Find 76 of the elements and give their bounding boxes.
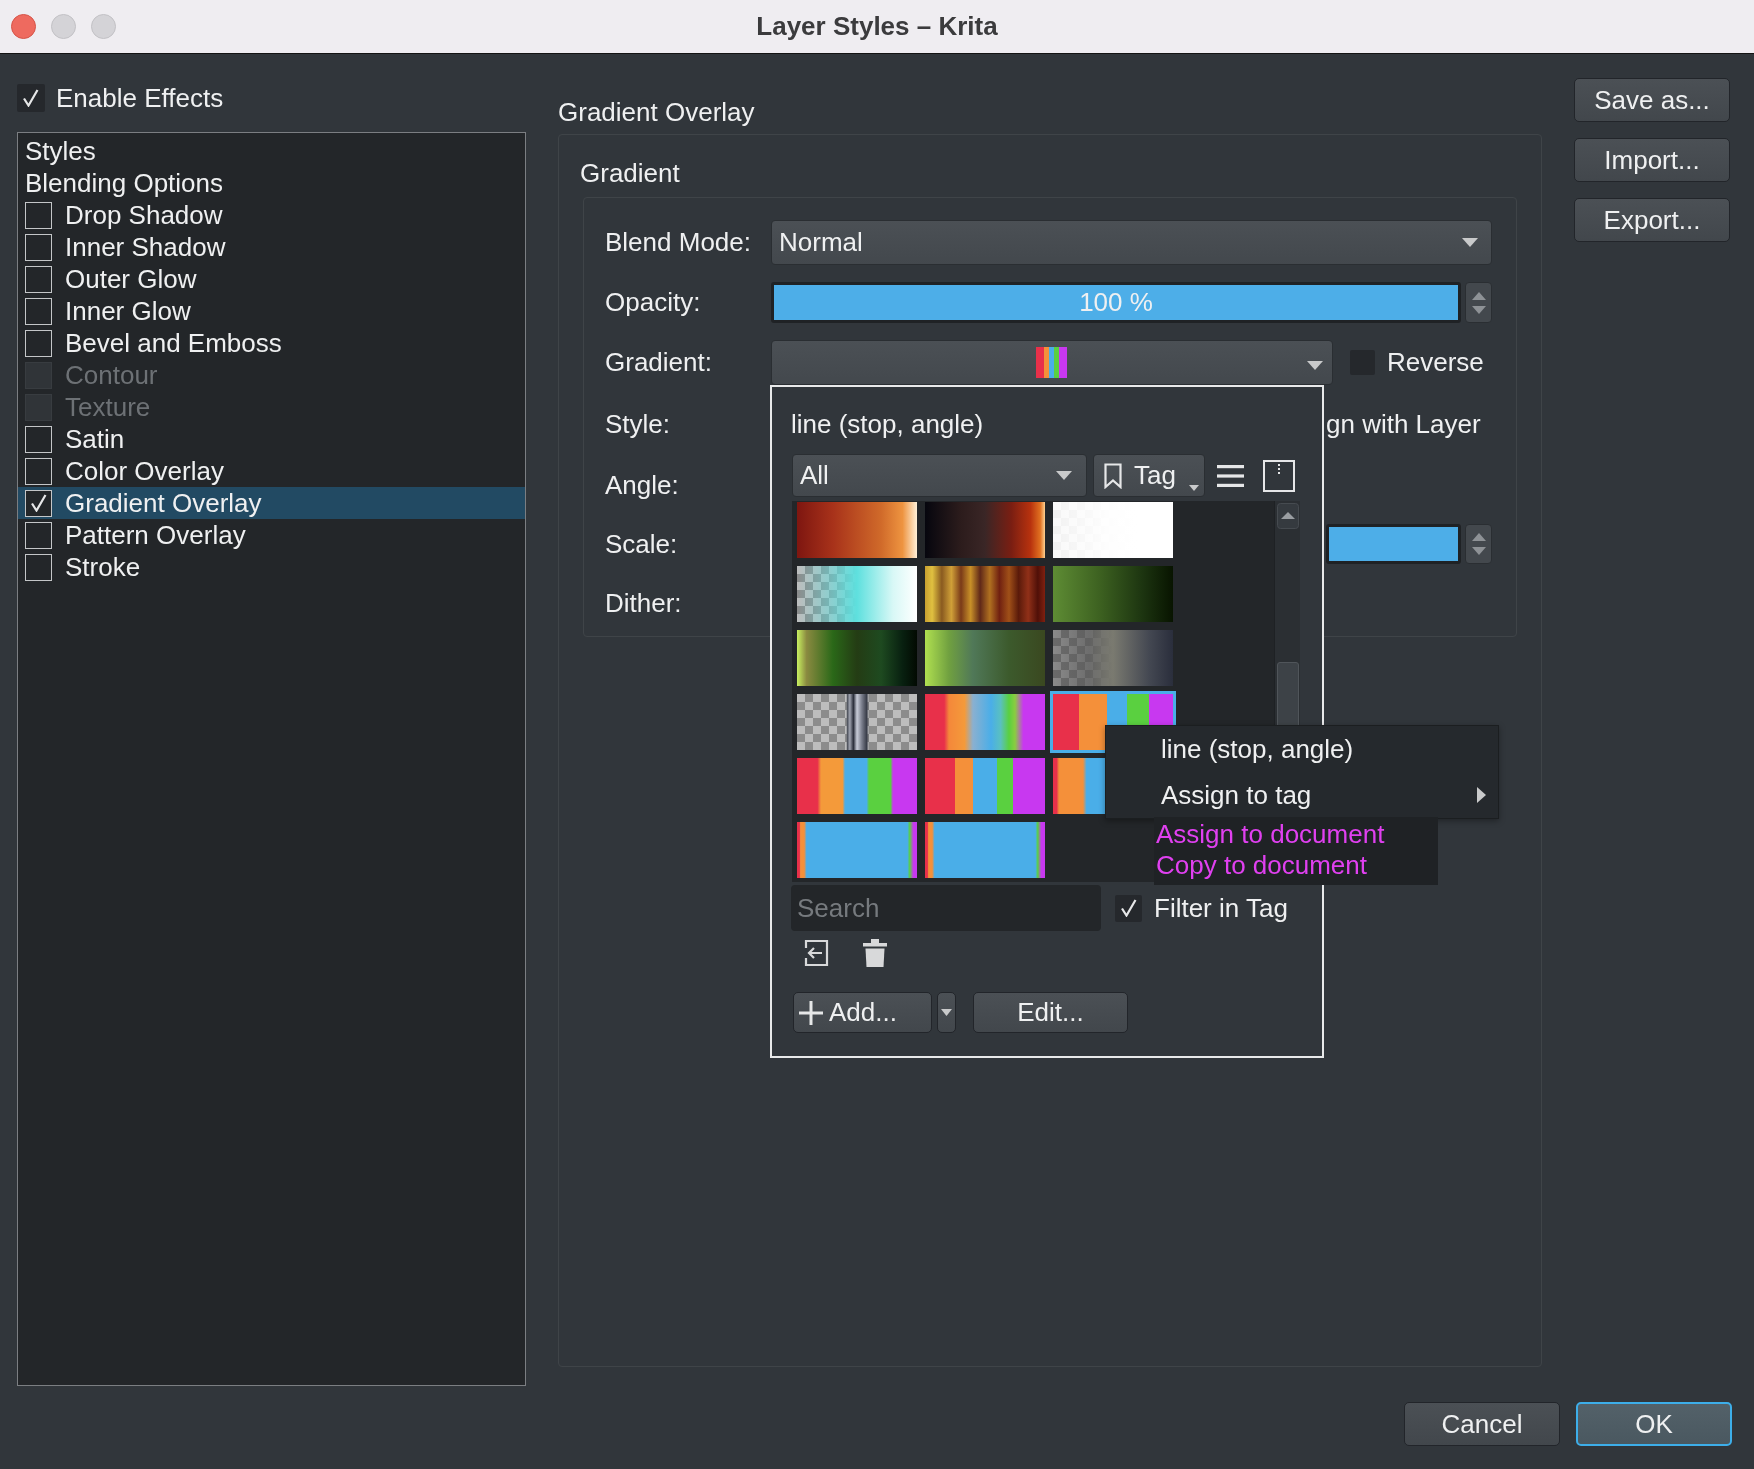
plus-icon [799,1000,823,1025]
arrow-down-icon [1471,547,1486,555]
gradient-preset[interactable] [797,630,917,686]
dialog-button[interactable]: Cancel [1404,1402,1560,1446]
blend-mode-combo[interactable]: Normal [771,220,1492,265]
menu-item[interactable]: Assign to tag [1106,772,1498,818]
arrow-up-icon [1471,533,1486,541]
bookmark-icon [1104,462,1122,489]
caret-icon [1307,361,1323,370]
default-button[interactable]: OK [1576,1402,1732,1446]
arrow-down-icon [1471,305,1486,314]
arrow-up-icon [1471,291,1486,300]
add-menu-button[interactable] [937,992,956,1033]
search-field[interactable]: Search [791,885,1101,931]
frame-icon[interactable] [1263,459,1295,492]
submenu-arrow-icon [1477,787,1486,803]
field-label: Scale: [605,529,678,559]
check-icon [23,89,39,107]
caret-icon [1462,238,1478,247]
field-label: Angle: [605,470,679,500]
list-item[interactable]: Gradient Overlay [18,487,525,519]
popup-title: line (stop, angle) [791,410,984,438]
side-button[interactable]: Export... [1574,198,1730,242]
field-label: Blend Mode: [605,228,751,257]
group-title: Gradient [580,159,680,187]
checkbox[interactable] [17,84,45,112]
gradient-preset[interactable] [925,502,1045,558]
gradient-combo[interactable] [771,340,1333,385]
side-button[interactable]: Save as... [1574,78,1730,122]
list-item[interactable]: Inner Glow [18,295,525,327]
field-label: Opacity: [605,288,701,317]
scroll-up-icon[interactable] [1276,503,1299,529]
checkbox-label: Reverse [1387,348,1484,377]
caret-icon [1189,485,1199,491]
field-label: Style: [605,409,671,439]
gradient-preset[interactable] [925,630,1045,686]
list-item[interactable]: Satin [18,423,525,455]
tag-filter-combo[interactable]: All [792,454,1087,497]
checkbox-label: Enable Effects [56,83,224,113]
list-item[interactable]: Bevel and Emboss [18,327,525,359]
import-icon[interactable] [803,939,829,967]
caret-icon [1056,471,1072,480]
close-button[interactable] [11,14,36,39]
list-item[interactable]: Stroke [18,551,525,583]
list-item[interactable]: Pattern Overlay [18,519,525,551]
checkbox-label: gn with Layer [1326,409,1481,439]
list-item[interactable]: Outer Glow [18,263,525,295]
gradient-preset[interactable] [797,502,917,558]
check-icon [30,494,47,512]
window-title: Layer Styles – Krita [756,12,998,41]
menu-item[interactable]: Assign to document [1156,819,1438,850]
add-button[interactable]: Add... [793,992,932,1033]
trash-icon[interactable] [863,939,887,967]
list-item[interactable]: Color Overlay [18,455,525,487]
slider-value: 100 % [1079,288,1153,317]
page-title: Gradient Overlay [558,98,755,126]
check-icon [1120,899,1137,917]
gradient-swatch-icon [1035,347,1067,378]
field-label: Gradient: [605,348,712,377]
checkbox[interactable] [1115,894,1142,922]
menu-item[interactable]: Copy to document [1156,850,1438,881]
menu-icon[interactable] [1217,464,1244,487]
list-item[interactable]: Styles [18,135,525,167]
gradient-preset[interactable] [925,566,1045,622]
checkbox-label: Filter in Tag [1154,893,1288,923]
side-button[interactable]: Import... [1574,138,1730,182]
caret-icon [941,1009,952,1016]
menu-item[interactable]: line (stop, angle) [1106,726,1498,772]
list-item[interactable]: Inner Shadow [18,231,525,263]
list-item[interactable]: Blending Options [18,167,525,199]
field-label: Dither: [605,588,682,618]
spin-buttons[interactable] [1465,524,1492,564]
edit-button[interactable]: Edit... [973,992,1128,1033]
spin-buttons[interactable] [1465,282,1492,323]
tag-button[interactable]: Tag [1093,454,1205,497]
list-item[interactable]: Drop Shadow [18,199,525,231]
